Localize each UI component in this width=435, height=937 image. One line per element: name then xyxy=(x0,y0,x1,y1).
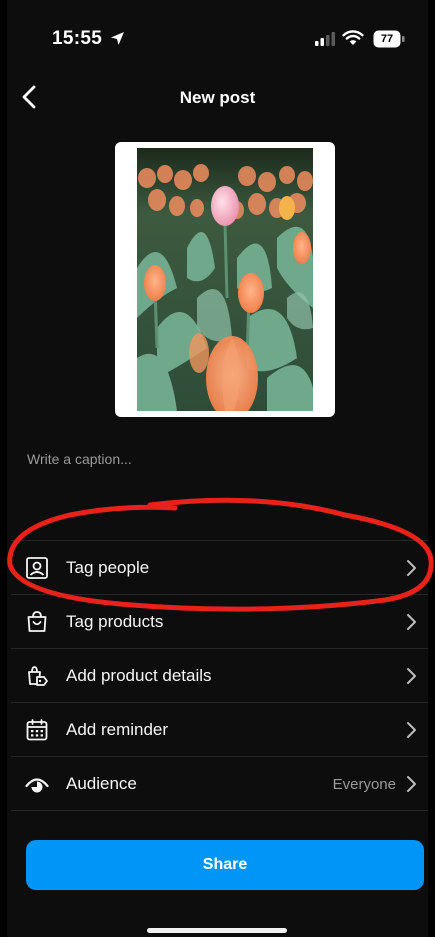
add-product-details-row[interactable]: Add product details xyxy=(7,649,428,702)
chevron-right-icon xyxy=(407,668,416,684)
post-photo-preview[interactable] xyxy=(115,142,335,417)
chevron-right-icon xyxy=(407,614,416,630)
post-options-list: Tag people Tag products Add product deta… xyxy=(7,540,428,811)
status-time: 15:55 xyxy=(52,28,103,49)
add-product-details-label: Add product details xyxy=(66,666,212,685)
header: New post xyxy=(7,78,428,118)
cellular-signal-icon xyxy=(315,32,335,46)
tag-people-icon xyxy=(26,557,48,579)
tag-products-row[interactable]: Tag products xyxy=(7,595,428,648)
location-arrow-icon xyxy=(111,32,124,45)
tulip-photo xyxy=(137,148,313,411)
product-tag-icon xyxy=(28,666,48,686)
shopping-bag-icon xyxy=(27,611,47,632)
battery-level: 77 xyxy=(380,33,394,45)
audience-row[interactable]: Audience Everyone xyxy=(7,757,428,810)
home-indicator xyxy=(147,928,287,933)
tag-products-label: Tag products xyxy=(66,612,164,631)
divider xyxy=(11,810,428,811)
share-button[interactable]: Share xyxy=(26,840,424,890)
chevron-right-icon xyxy=(407,560,416,576)
tag-people-label: Tag people xyxy=(66,558,150,577)
audience-icon xyxy=(25,778,49,793)
caption-input[interactable] xyxy=(27,446,407,472)
battery-icon: 77 xyxy=(373,30,405,53)
add-reminder-label: Add reminder xyxy=(66,720,169,739)
tag-people-row[interactable]: Tag people xyxy=(7,541,428,594)
audience-label: Audience xyxy=(66,774,137,793)
screen: 15:55 77 New post Write a caption... Tag… xyxy=(7,0,428,937)
wifi-icon xyxy=(342,30,364,45)
page-title: New post xyxy=(179,88,256,107)
calendar-icon xyxy=(26,719,48,741)
chevron-right-icon xyxy=(407,776,416,792)
audience-value: Everyone xyxy=(332,776,396,793)
chevron-right-icon xyxy=(407,722,416,738)
add-reminder-row[interactable]: Add reminder xyxy=(7,703,428,756)
status-bar: 15:55 77 xyxy=(7,0,428,70)
